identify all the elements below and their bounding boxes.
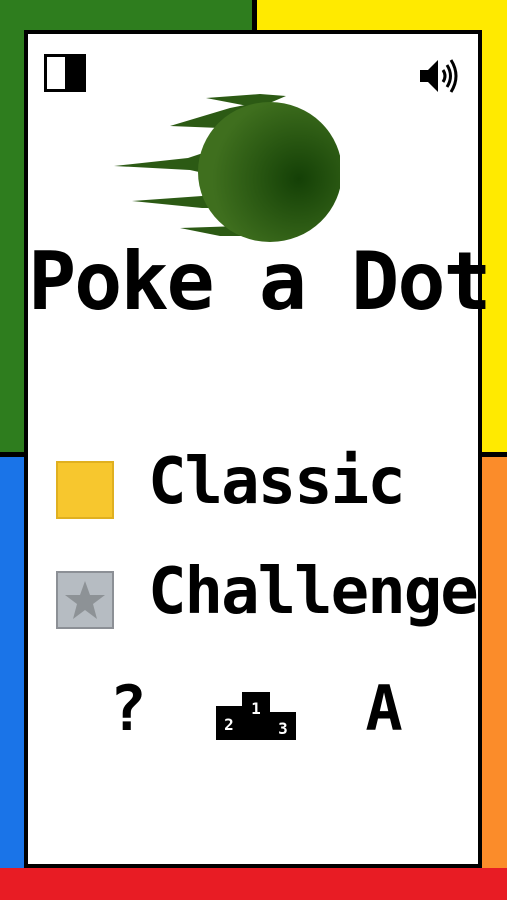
contrast-icon <box>65 57 83 89</box>
bottom-actions: ? 2 1 3 A <box>28 674 478 744</box>
leaderboard-button[interactable]: 2 1 3 <box>214 684 298 742</box>
main-panel: Poke a Dot Classic Challenge ? 2 1 3 A <box>24 30 492 868</box>
challenge-mode-label: Challenge <box>148 555 479 629</box>
podium-place-1: 1 <box>251 699 261 718</box>
speaker-icon <box>420 59 458 93</box>
background-red-strip <box>0 868 507 900</box>
star-icon <box>65 581 105 619</box>
podium-place-3: 3 <box>278 719 288 738</box>
game-title: Poke a Dot <box>28 235 492 328</box>
flying-dot-logo <box>114 94 340 242</box>
divider-vertical <box>252 0 257 30</box>
classic-mode-label: Classic <box>148 445 406 519</box>
achievements-button[interactable]: A <box>356 676 412 742</box>
classic-mode-icon <box>56 461 114 519</box>
podium-place-2: 2 <box>224 715 234 734</box>
help-button[interactable]: ? <box>100 676 156 742</box>
sound-toggle-button[interactable] <box>416 56 466 96</box>
contrast-toggle-button[interactable] <box>44 54 86 92</box>
classic-mode-button[interactable]: Classic <box>52 450 452 526</box>
podium-icon: 2 1 3 <box>216 692 296 740</box>
challenge-mode-icon <box>56 571 114 629</box>
divider-horizontal-left <box>0 452 24 457</box>
challenge-mode-button[interactable]: Challenge <box>52 560 479 636</box>
divider-horizontal-right <box>482 452 507 457</box>
